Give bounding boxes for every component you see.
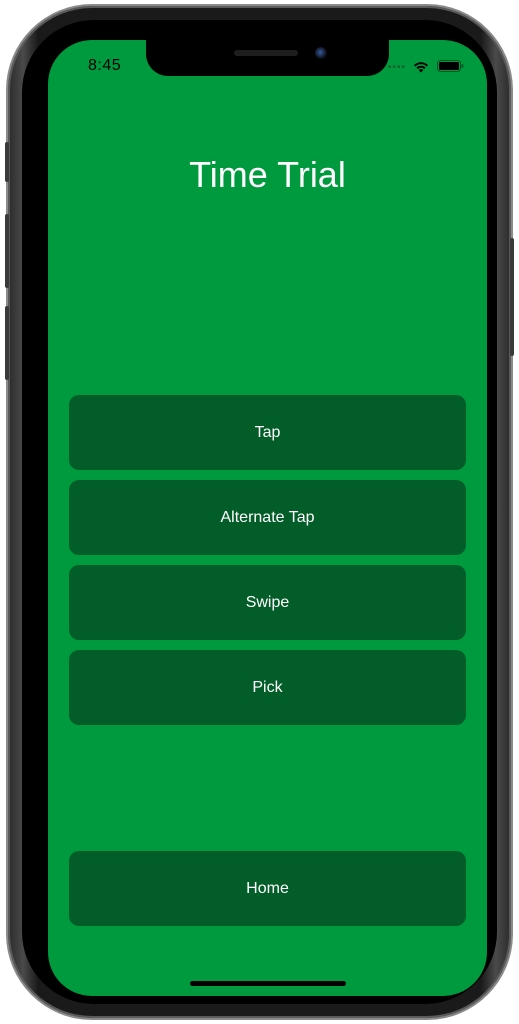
pick-button[interactable]: Pick (69, 650, 466, 725)
swipe-button[interactable]: Swipe (69, 565, 466, 640)
side-button-volume-down (5, 306, 9, 380)
speaker-grille (234, 50, 298, 56)
notch (146, 40, 389, 76)
tap-button[interactable]: Tap (69, 395, 466, 470)
side-button-volume-up (5, 214, 9, 288)
home-indicator[interactable] (190, 981, 346, 986)
wifi-icon (414, 62, 428, 73)
phone-frame: 8:45 •••• Time Trial Tap Alternate Tap S… (5, 6, 514, 1018)
side-button-power (510, 238, 514, 356)
page-title: Time Trial (189, 154, 346, 195)
app-screen: 8:45 •••• Time Trial Tap Alternate Tap S… (48, 40, 487, 996)
battery-icon (437, 60, 464, 72)
status-time: 8:45 (88, 57, 122, 74)
side-button-mute (5, 142, 9, 182)
home-button[interactable]: Home (69, 851, 466, 926)
front-camera-icon (315, 47, 327, 59)
signal-dots: •••• (388, 62, 407, 73)
alternate-tap-button[interactable]: Alternate Tap (69, 480, 466, 555)
